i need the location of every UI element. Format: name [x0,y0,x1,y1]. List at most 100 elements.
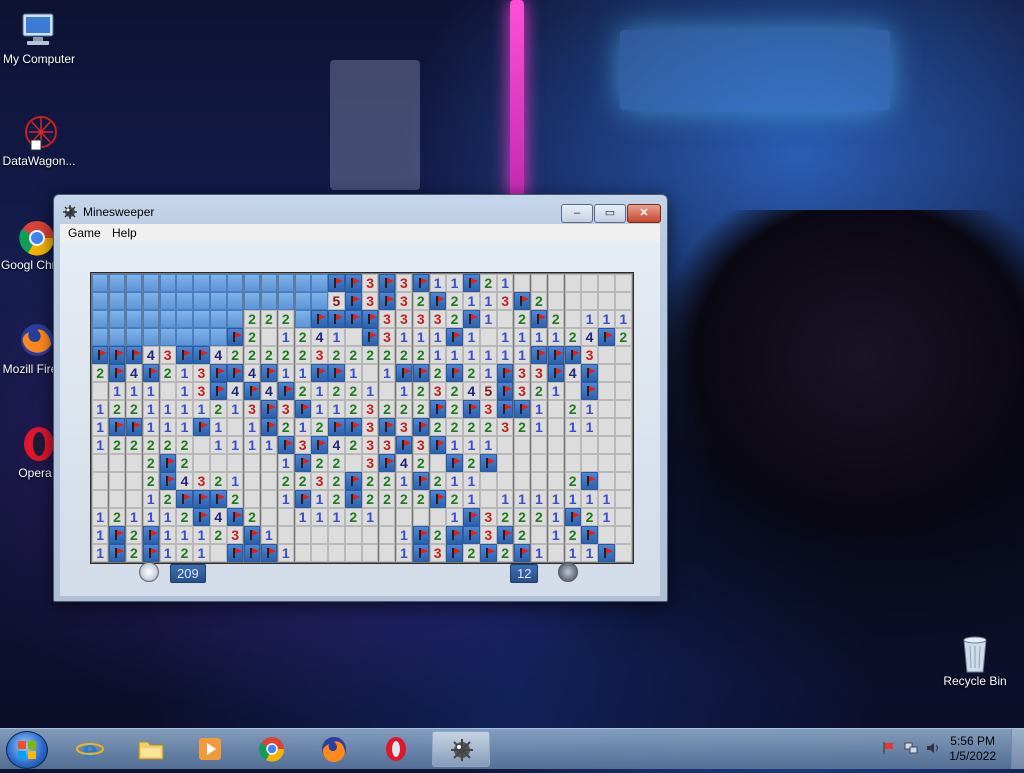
cell-unrevealed[interactable] [243,274,261,292]
cell-number[interactable]: 2 [362,490,379,508]
cell-number[interactable]: 2 [125,436,143,454]
cell-flagged[interactable] [412,418,429,436]
cell-number[interactable]: 1 [497,274,514,292]
cell-empty[interactable] [615,436,632,454]
cell-number[interactable]: 1 [193,526,210,544]
cell-unrevealed[interactable] [108,274,126,292]
cell-number[interactable]: 2 [564,328,581,346]
cell-number[interactable]: 2 [446,292,463,310]
cell-empty[interactable] [530,526,548,544]
cell-empty[interactable] [615,490,632,508]
cell-flagged[interactable] [581,382,598,400]
cell-empty[interactable] [581,292,598,310]
cell-number[interactable]: 4 [328,436,345,454]
cell-empty[interactable] [547,472,564,490]
cell-number[interactable]: 1 [615,310,632,328]
cell-unrevealed[interactable] [210,292,227,310]
cell-number[interactable]: 2 [277,346,294,364]
cell-number[interactable]: 1 [328,328,345,346]
cell-number[interactable]: 1 [446,436,463,454]
cell-empty[interactable] [513,274,531,292]
cell-number[interactable]: 3 [311,346,328,364]
cell-number[interactable]: 4 [463,382,480,400]
cell-flagged[interactable] [598,544,615,562]
cell-flagged[interactable] [412,526,429,544]
cell-empty[interactable] [547,436,564,454]
cell-flagged[interactable] [547,364,564,382]
cell-number[interactable]: 1 [311,508,328,526]
cell-flagged[interactable] [345,490,362,508]
cell-flagged[interactable] [446,526,463,544]
cell-flagged[interactable] [142,544,159,562]
cell-unrevealed[interactable] [92,310,109,328]
cell-number[interactable]: 3 [243,400,261,418]
cell-number[interactable]: 1 [311,400,328,418]
cell-number[interactable]: 1 [395,544,413,562]
cell-flagged[interactable] [429,436,446,454]
cell-number[interactable]: 1 [480,364,497,382]
cell-empty[interactable] [547,274,564,292]
cell-flagged[interactable] [564,508,581,526]
cell-flagged[interactable] [463,508,480,526]
cell-unrevealed[interactable] [125,328,143,346]
cell-unrevealed[interactable] [159,292,176,310]
cell-number[interactable]: 2 [345,382,362,400]
cell-flagged[interactable] [429,400,446,418]
cell-number[interactable]: 1 [277,544,294,562]
cell-empty[interactable] [210,544,227,562]
cell-number[interactable]: 2 [159,436,176,454]
cell-number[interactable]: 2 [446,310,463,328]
cell-number[interactable]: 2 [412,292,429,310]
cell-empty[interactable] [581,454,598,472]
cell-number[interactable]: 2 [108,400,126,418]
cell-number[interactable]: 1 [108,382,126,400]
cell-flagged[interactable] [598,328,615,346]
cell-flagged[interactable] [463,400,480,418]
cell-empty[interactable] [328,526,345,544]
cell-flagged[interactable] [395,364,413,382]
cell-number[interactable]: 2 [125,400,143,418]
taskbar-chrome[interactable] [246,731,298,767]
cell-flagged[interactable] [345,292,362,310]
cell-number[interactable]: 3 [362,400,379,418]
cell-number[interactable]: 1 [294,418,311,436]
cell-empty[interactable] [598,454,615,472]
cell-number[interactable]: 1 [480,310,497,328]
cell-number[interactable]: 2 [328,346,345,364]
cell-number[interactable]: 4 [581,328,598,346]
cell-number[interactable]: 3 [480,526,497,544]
cell-number[interactable]: 2 [463,364,480,382]
cell-empty[interactable] [598,382,615,400]
cell-empty[interactable] [294,544,311,562]
start-button[interactable] [6,731,48,769]
cell-number[interactable]: 1 [176,382,193,400]
cell-empty[interactable] [581,274,598,292]
cell-number[interactable]: 2 [429,418,446,436]
cell-number[interactable]: 3 [412,436,429,454]
cell-number[interactable]: 2 [294,382,311,400]
cell-number[interactable]: 2 [176,508,193,526]
title-bar[interactable]: Minesweeper – ▭ ✕ [54,195,667,225]
cell-empty[interactable] [564,310,581,328]
cell-number[interactable]: 1 [547,508,564,526]
cell-number[interactable]: 1 [429,346,446,364]
cell-flagged[interactable] [412,472,429,490]
cell-unrevealed[interactable] [193,292,210,310]
cell-number[interactable]: 2 [176,544,193,562]
cell-unrevealed[interactable] [125,310,143,328]
cell-empty[interactable] [260,328,278,346]
cell-flagged[interactable] [193,418,210,436]
cell-number[interactable]: 1 [513,328,531,346]
cell-number[interactable]: 2 [243,310,261,328]
cell-empty[interactable] [378,508,396,526]
cell-number[interactable]: 1 [311,382,328,400]
cell-unrevealed[interactable] [210,274,227,292]
cell-number[interactable]: 1 [530,418,548,436]
cell-number[interactable]: 2 [311,454,328,472]
cell-empty[interactable] [598,418,615,436]
cell-empty[interactable] [547,418,564,436]
cell-empty[interactable] [227,454,244,472]
cell-unrevealed[interactable] [227,292,244,310]
cell-flagged[interactable] [260,544,278,562]
cell-number[interactable]: 2 [513,418,531,436]
